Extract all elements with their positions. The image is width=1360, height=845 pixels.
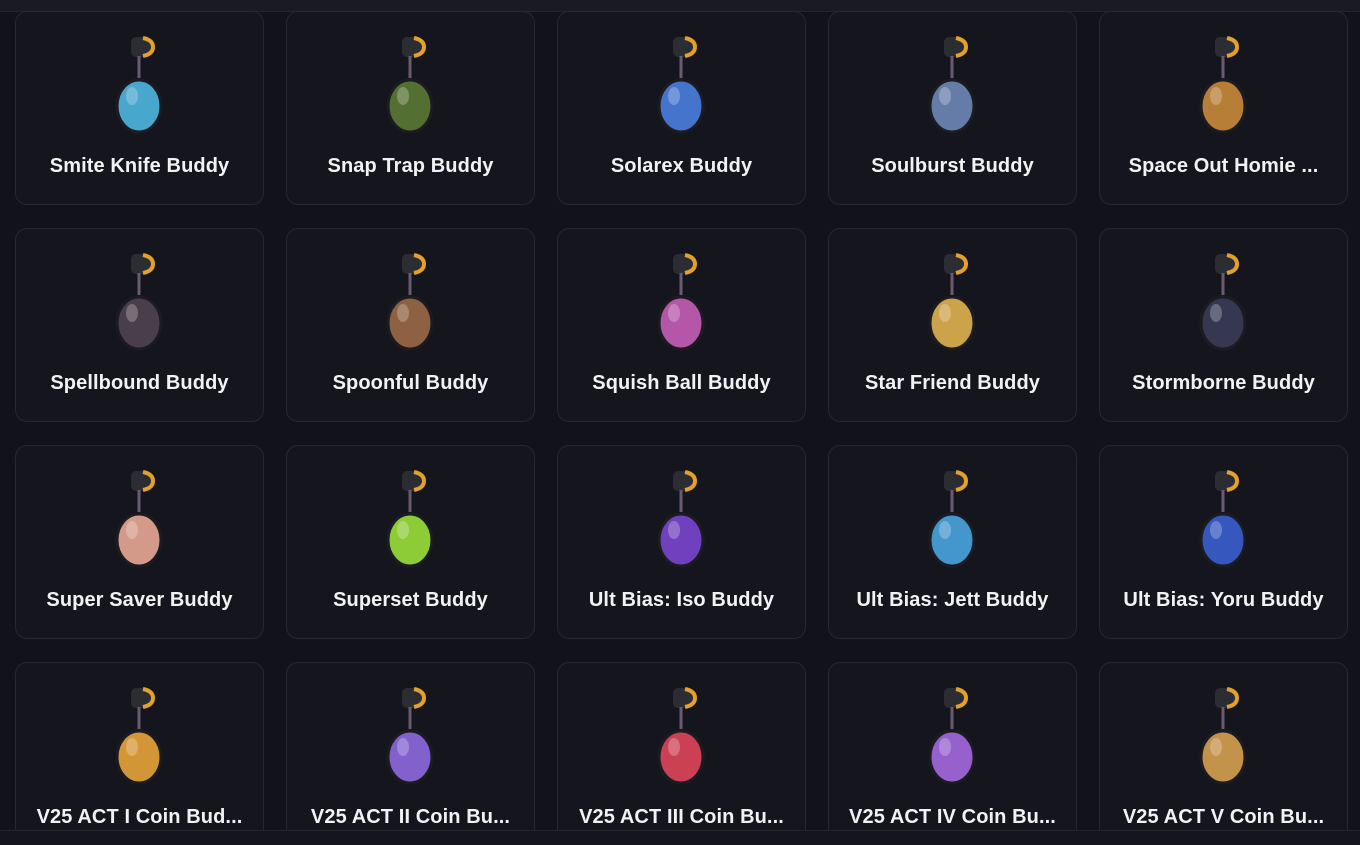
v25-act-iv-coin-buddy-icon [829, 683, 1076, 793]
buddy-name: Super Saver Buddy [46, 589, 233, 611]
buddy-name: Spellbound Buddy [50, 372, 229, 394]
buddy-card[interactable]: Super Saver Buddy [15, 445, 264, 639]
buddy-name: Ult Bias: Jett Buddy [856, 589, 1049, 611]
buddy-card[interactable]: V25 ACT IV Coin Bu... [828, 662, 1077, 830]
buddy-card[interactable]: Soulburst Buddy [828, 11, 1077, 205]
buddy-name: Soulburst Buddy [871, 155, 1034, 177]
buddy-card[interactable]: Squish Ball Buddy [557, 228, 806, 422]
super-saver-buddy-icon [16, 466, 263, 576]
buddy-card[interactable]: V25 ACT II Coin Bu... [286, 662, 535, 830]
buddy-grid: Smite Knife Buddy Snap Trap Buddy Solarex … [15, 11, 1348, 830]
buddy-name: V25 ACT I Coin Bud... [36, 806, 243, 828]
buddy-card[interactable]: Smite Knife Buddy [15, 11, 264, 205]
buddy-name: Superset Buddy [333, 589, 488, 611]
buddy-name: Space Out Homie ... [1128, 155, 1319, 177]
superset-buddy-icon [287, 466, 534, 576]
buddy-card[interactable]: Stormborne Buddy [1099, 228, 1348, 422]
buddy-card[interactable]: Spellbound Buddy [15, 228, 264, 422]
buddy-card[interactable]: V25 ACT III Coin Bu... [557, 662, 806, 830]
v25-act-ii-coin-buddy-icon [287, 683, 534, 793]
buddy-name: Solarex Buddy [610, 155, 753, 177]
snap-trap-buddy-icon [287, 32, 534, 142]
buddy-name: Spoonful Buddy [332, 372, 489, 394]
buddy-name: Ult Bias: Iso Buddy [588, 589, 775, 611]
buddy-card[interactable]: V25 ACT I Coin Bud... [15, 662, 264, 830]
solarex-buddy-icon [558, 32, 805, 142]
buddy-name: Ult Bias: Yoru Buddy [1123, 589, 1324, 611]
buddy-card[interactable]: V25 ACT V Coin Bu... [1099, 662, 1348, 830]
smite-knife-buddy-icon [16, 32, 263, 142]
buddy-card[interactable]: Space Out Homie ... [1099, 11, 1348, 205]
spellbound-buddy-icon [16, 249, 263, 359]
spoonful-buddy-icon [287, 249, 534, 359]
star-friend-buddy-icon [829, 249, 1076, 359]
buddy-card[interactable]: Superset Buddy [286, 445, 535, 639]
v25-act-v-coin-buddy-icon [1100, 683, 1347, 793]
soulburst-buddy-icon [829, 32, 1076, 142]
buddy-card[interactable]: Snap Trap Buddy [286, 11, 535, 205]
buddy-card[interactable]: Ult Bias: Iso Buddy [557, 445, 806, 639]
space-out-homie-buddy-icon [1100, 32, 1347, 142]
buddy-name: V25 ACT II Coin Bu... [310, 806, 511, 828]
buddy-card[interactable]: Star Friend Buddy [828, 228, 1077, 422]
buddy-name: Star Friend Buddy [864, 372, 1041, 394]
buddy-name: V25 ACT III Coin Bu... [579, 806, 784, 828]
buddy-name: V25 ACT V Coin Bu... [1122, 806, 1325, 828]
bottom-bar [0, 830, 1360, 845]
ult-bias-iso-buddy-icon [558, 466, 805, 576]
buddy-name: Squish Ball Buddy [592, 372, 771, 394]
buddy-card[interactable]: Ult Bias: Yoru Buddy [1099, 445, 1348, 639]
buddy-name: Smite Knife Buddy [49, 155, 230, 177]
ult-bias-yoru-buddy-icon [1100, 466, 1347, 576]
buddy-card[interactable]: Ult Bias: Jett Buddy [828, 445, 1077, 639]
stormborne-buddy-icon [1100, 249, 1347, 359]
v25-act-iii-coin-buddy-icon [558, 683, 805, 793]
buddy-name: Snap Trap Buddy [327, 155, 494, 177]
ult-bias-jett-buddy-icon [829, 466, 1076, 576]
buddy-grid-viewport[interactable]: Smite Knife Buddy Snap Trap Buddy Solarex … [0, 0, 1360, 830]
buddy-name: V25 ACT IV Coin Bu... [849, 806, 1056, 828]
buddy-card[interactable]: Solarex Buddy [557, 11, 806, 205]
buddy-card[interactable]: Spoonful Buddy [286, 228, 535, 422]
v25-act-i-coin-buddy-icon [16, 683, 263, 793]
squish-ball-buddy-icon [558, 249, 805, 359]
buddy-name: Stormborne Buddy [1132, 372, 1315, 394]
